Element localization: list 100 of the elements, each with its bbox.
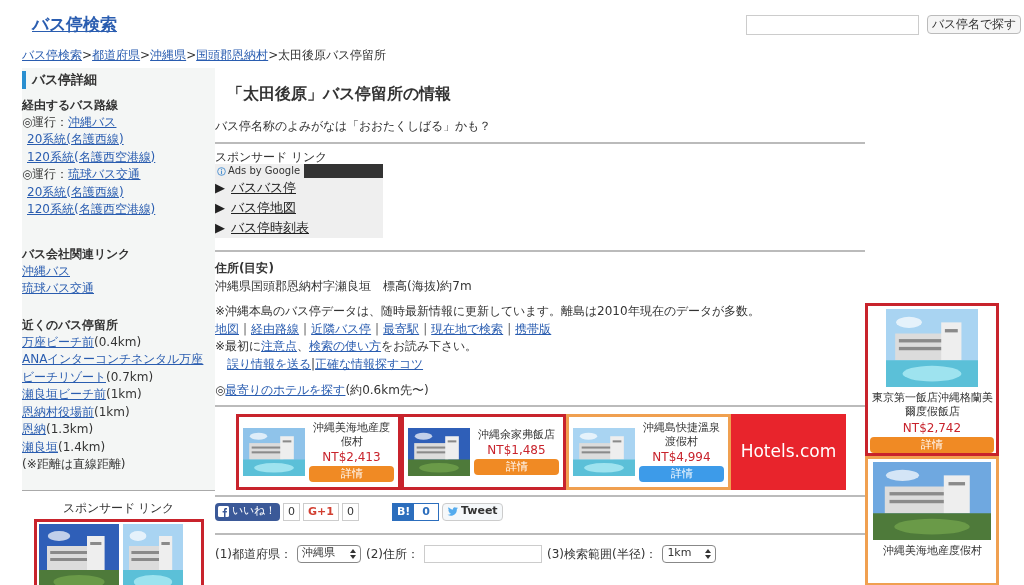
- nav-link[interactable]: 現在地で検索: [431, 320, 504, 338]
- hotel-name: 沖縄美海地産度假村: [312, 420, 391, 449]
- bus-stop-link[interactable]: ビーチリゾート: [22, 368, 106, 386]
- arrow-text: ▶: [215, 199, 225, 217]
- address-heading: 住所(目安): [215, 260, 275, 277]
- ad-link[interactable]: バス停地図: [231, 198, 296, 218]
- arrow-text: ▶: [215, 179, 225, 197]
- hotel-ad-card[interactable]: 東京第一飯店沖縄格蘭美爾度假飯店 NT$2,742 詳情: [865, 303, 999, 456]
- ad-link[interactable]: バス停時刻表: [231, 218, 309, 238]
- company-link[interactable]: 琉球バス交通: [22, 281, 94, 295]
- hotel-name: 沖縄余家弗飯店: [478, 427, 555, 442]
- address-field[interactable]: [424, 544, 542, 563]
- route-link[interactable]: 120系統(名護西空港線): [27, 202, 156, 216]
- breadcrumb-link[interactable]: バス停検索: [22, 46, 82, 68]
- company-link[interactable]: 沖縄バス: [22, 263, 70, 278]
- route-link[interactable]: 20系統(名護西線): [27, 184, 124, 199]
- distance-text: (1km): [106, 386, 142, 403]
- bus-stop-link[interactable]: 瀬良垣: [22, 438, 58, 456]
- hotel-name: 沖縄島快捷溫泉渡假村: [642, 420, 721, 449]
- bus-stop-link[interactable]: ANAインターコンチネンタル万座: [22, 351, 204, 369]
- nav-link[interactable]: 経由路線: [251, 320, 300, 338]
- breadcrumb-link[interactable]: 沖縄県: [150, 46, 187, 68]
- note-text: (※距離は直線距離): [22, 456, 127, 473]
- bird-icon: [446, 507, 458, 516]
- notice-text: ※沖縄本島のバス停データは、随時最新情報に更新しています。離島は2010年現在のデータが多数。: [215, 303, 761, 320]
- ads-label[interactable]: Ads by Google: [215, 164, 305, 178]
- ad-link[interactable]: バスバス停: [231, 178, 296, 198]
- page-title: 「太田後原」バス停留所の情報: [226, 83, 452, 105]
- sponsor-label: スポンサード リンク: [215, 150, 328, 164]
- hatena-button[interactable]: B! 0: [391, 502, 439, 521]
- hotel-name: 沖縄美海地産度假村: [882, 544, 982, 558]
- help-link[interactable]: 注意点: [261, 338, 298, 356]
- hotel-search-link[interactable]: 最寄りのホテルを探す: [225, 382, 346, 400]
- sidebar-heading: バス停詳細: [32, 71, 97, 89]
- like-count: 0: [283, 502, 300, 521]
- nav-link[interactable]: 最寄駅: [383, 320, 420, 338]
- separator-text: |: [311, 355, 316, 373]
- hotel-ad-card[interactable]: 沖縄美海地産度假村 NT$2,413 詳情: [236, 413, 401, 490]
- bus-stop-link[interactable]: 瀬良垣ビーチ前: [22, 386, 106, 404]
- separator-text: |: [506, 320, 513, 338]
- instruction-text: 、: [297, 338, 310, 355]
- nav-link[interactable]: 地図: [215, 320, 239, 338]
- nav-link[interactable]: 携帯版: [515, 320, 552, 338]
- breadcrumb-text: >太田後原バス停留所: [268, 47, 387, 64]
- breadcrumb-text: >: [82, 47, 93, 64]
- distance-text: (約0.6km先〜): [345, 382, 429, 399]
- bus-stop-link[interactable]: 恩納: [22, 421, 46, 439]
- hotel-ad-card[interactable]: 沖縄美海地産度假村: [865, 456, 999, 585]
- separator-text: |: [302, 320, 309, 338]
- field-label: (3)検索範囲(半径)：: [547, 545, 658, 563]
- bullet-text: ◎: [215, 382, 226, 399]
- operator-label: ◎運行：: [22, 113, 69, 131]
- prefecture-select[interactable]: 沖縄県: [297, 544, 361, 563]
- heading-marker-icon: [22, 70, 26, 89]
- instruction-text: をお読み下さい。: [381, 338, 478, 355]
- breadcrumb-text: >: [186, 47, 197, 64]
- feedback-link[interactable]: 誤り情報を送る: [227, 355, 311, 373]
- range-select[interactable]: 1km: [662, 544, 717, 563]
- instruction-text: ※最初に: [215, 338, 262, 355]
- separator-text: |: [374, 320, 381, 338]
- operator-link[interactable]: 琉球バス交通: [68, 166, 141, 184]
- reading-text: バス停名称のよみがなは「おおたくしばる」かも？: [215, 118, 492, 134]
- distance-text: (1.4km): [58, 438, 106, 456]
- address-text: 沖縄県国頭郡恩納村字瀬良垣 標高(海抜)約7m: [215, 278, 473, 295]
- select-arrows-icon: [705, 548, 712, 559]
- hotel-ad-card[interactable]: 沖縄島快捷溫泉渡假村 NT$4,994 詳情: [566, 413, 731, 490]
- hotel-price: NT$2,742: [902, 419, 962, 437]
- hotel-ad-card[interactable]: 沖縄余家弗飯店 NT$1,485 詳情: [401, 413, 566, 490]
- nav-link[interactable]: 近隣バス停: [311, 320, 372, 338]
- separator-text: |: [422, 320, 429, 338]
- ad-banner[interactable]: [33, 518, 204, 585]
- bus-stop-link[interactable]: 万座ビーチ前: [22, 333, 94, 351]
- field-label: (1)都道府県：: [215, 545, 292, 563]
- gplus-button[interactable]: G+1: [303, 502, 339, 521]
- operator-label: ◎運行：: [22, 166, 69, 183]
- hotels-logo[interactable]: Hotels.com: [731, 413, 846, 490]
- feedback-link[interactable]: 正確な情報探すコツ: [315, 355, 424, 373]
- select-arrows-icon: [350, 548, 356, 559]
- help-link[interactable]: 検索の使い方: [309, 338, 382, 356]
- route-link[interactable]: 20系統(名護西線): [27, 132, 124, 146]
- operator-link[interactable]: 沖縄バス: [68, 113, 117, 131]
- breadcrumb-link[interactable]: 国頭郡恩納村: [196, 46, 269, 68]
- breadcrumb-text: >: [140, 47, 151, 64]
- breadcrumb-link[interactable]: 都道府県: [92, 46, 141, 68]
- section-heading: 近くのバス停留所: [22, 316, 119, 334]
- facebook-icon: [218, 506, 229, 517]
- like-button[interactable]: いいね！: [215, 502, 280, 521]
- tweet-button[interactable]: Tweet: [441, 502, 503, 521]
- field-label: (2)住所：: [366, 545, 419, 563]
- hotel-price: NT$1,485: [487, 442, 546, 460]
- bus-stop-link[interactable]: 恩納村役場前: [22, 403, 94, 421]
- route-link[interactable]: 120系統(名護西空港線): [27, 149, 156, 164]
- separator-text: |: [242, 320, 249, 338]
- section-heading: 経由するバス路線: [22, 96, 119, 114]
- hotel-price: NT$4,994: [652, 449, 711, 467]
- search-field[interactable]: [746, 15, 919, 35]
- hotel-price: NT$2,413: [322, 449, 381, 467]
- search-button[interactable]: バス停名で探す: [927, 15, 1021, 34]
- hotel-name: 東京第一飯店沖縄格蘭美爾度假飯店: [870, 391, 994, 419]
- site-title[interactable]: バス停検索: [32, 12, 117, 38]
